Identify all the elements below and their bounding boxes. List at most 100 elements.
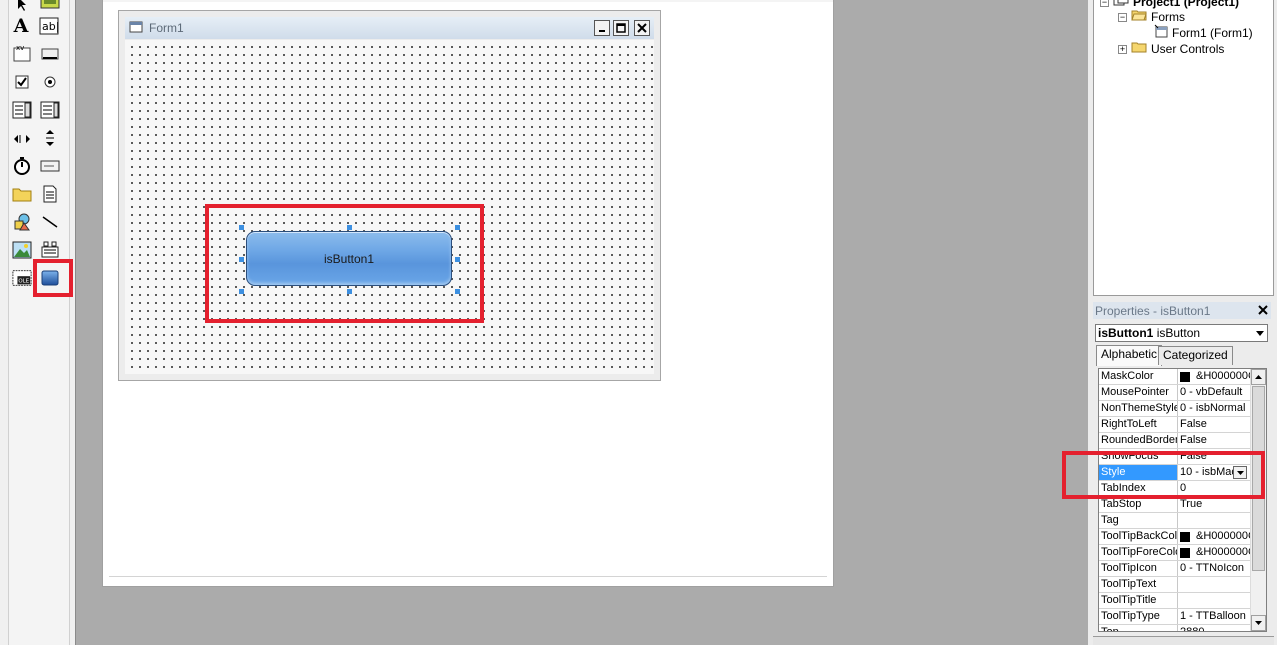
property-value[interactable]: [1178, 593, 1250, 608]
label-tool-icon[interactable]: A: [11, 16, 31, 36]
color-swatch: [1180, 547, 1190, 558]
pointer-tool-icon[interactable]: [12, 0, 32, 14]
property-name: RoundedBorders: [1101, 433, 1178, 448]
form1-item-label: Form1 (Form1): [1172, 26, 1253, 40]
close-icon: [1257, 305, 1268, 315]
scroll-down-button[interactable]: [1251, 615, 1266, 631]
property-value[interactable]: 0 - TTNoIcon: [1178, 561, 1250, 576]
tab-categorized[interactable]: Categorized: [1158, 346, 1233, 365]
property-value[interactable]: [1178, 577, 1250, 592]
filelistbox-tool-icon[interactable]: [40, 184, 60, 204]
form1-titlebar[interactable]: Form1: [125, 17, 654, 39]
property-row[interactable]: Top 2880: [1099, 625, 1250, 632]
property-value[interactable]: &H000000C: [1178, 529, 1250, 544]
timer-tool-icon[interactable]: [12, 156, 32, 176]
designer-top-edge: [103, 0, 833, 2]
property-value-text: &H000000C: [1196, 530, 1250, 542]
property-row[interactable]: TabStop True: [1099, 497, 1250, 513]
toolbox-grid: [8, 0, 70, 645]
toolbox: A ab| xv OLE: [0, 0, 76, 645]
property-value-text: 1 - TTBalloon: [1180, 610, 1246, 622]
user-controls-label: User Controls: [1151, 42, 1225, 56]
line-tool-icon[interactable]: [40, 212, 60, 232]
property-row[interactable]: ToolTipTitle: [1099, 593, 1250, 609]
dirlistbox-tool-icon[interactable]: [12, 184, 32, 204]
shape-tool-icon[interactable]: [12, 212, 32, 232]
property-name: ToolTipText: [1099, 577, 1178, 592]
commandbutton-tool-icon[interactable]: [40, 44, 60, 64]
property-value[interactable]: 1 - TTBalloon: [1178, 609, 1250, 624]
collapse-icon[interactable]: −: [1100, 0, 1109, 7]
ole-tool-icon[interactable]: OLE: [12, 268, 32, 288]
property-row[interactable]: MaskColor &H000000C: [1099, 369, 1250, 385]
tab-alphabetic[interactable]: Alphabetic: [1096, 345, 1163, 366]
property-row[interactable]: ToolTipBackColor&H000000C: [1099, 529, 1250, 545]
vscrollbar-tool-icon[interactable]: [40, 128, 60, 148]
checkbox-tool-icon[interactable]: [12, 72, 32, 92]
close-button[interactable]: [634, 20, 650, 36]
tree-item-form1[interactable]: Form1 (Form1): [1154, 24, 1253, 41]
property-name: ToolTipForeColor: [1101, 545, 1178, 560]
property-row[interactable]: RightToLeft False: [1099, 417, 1250, 433]
textbox-tool-icon[interactable]: ab|: [39, 16, 59, 36]
properties-close-button[interactable]: [1255, 302, 1270, 318]
form1-window[interactable]: Form1: [118, 10, 661, 381]
property-value[interactable]: 0 - vbDefault: [1178, 385, 1250, 400]
property-grid-scrollbar[interactable]: [1250, 369, 1266, 631]
property-name: ToolTipType: [1099, 609, 1178, 624]
expand-icon[interactable]: +: [1118, 44, 1127, 54]
picturebox-tool-icon[interactable]: [40, 0, 60, 12]
properties-titlebar[interactable]: Properties - isButton1: [1093, 302, 1271, 319]
data-tool-icon[interactable]: [40, 240, 60, 260]
tree-folder-user-controls[interactable]: + User Controls: [1118, 41, 1224, 57]
property-row[interactable]: ToolTipType 1 - TTBalloon: [1099, 609, 1250, 625]
tree-folder-forms[interactable]: − Forms: [1118, 9, 1185, 25]
property-value[interactable]: &H000000C: [1178, 545, 1250, 560]
chevron-down-icon[interactable]: [1252, 325, 1267, 341]
property-name: ToolTipTitle: [1099, 593, 1178, 608]
property-value-text: &H000000C: [1196, 370, 1250, 382]
property-value[interactable]: &H000000C: [1178, 369, 1250, 384]
listbox-tool-icon[interactable]: [40, 100, 60, 120]
property-name: Tag: [1099, 513, 1178, 528]
property-name: Top: [1099, 625, 1178, 631]
form1-title: Form1: [149, 21, 184, 35]
frame-tool-icon[interactable]: xv: [12, 43, 32, 63]
property-row[interactable]: NonThemeStyle 0 - isbNormal: [1099, 401, 1250, 417]
minimize-button[interactable]: [594, 20, 610, 36]
svg-text:xv: xv: [16, 44, 24, 52]
drivelistbox-tool-icon[interactable]: [40, 156, 60, 176]
property-value[interactable]: [1178, 513, 1250, 528]
property-value-text: 0 - vbDefault: [1180, 386, 1243, 398]
image-tool-icon[interactable]: [12, 240, 32, 260]
property-row[interactable]: ToolTipText: [1099, 577, 1250, 593]
object-type: isButton: [1156, 326, 1201, 340]
hscrollbar-tool-icon[interactable]: [12, 129, 32, 149]
property-row[interactable]: RoundedBorders False: [1099, 433, 1250, 449]
property-value[interactable]: True: [1178, 497, 1250, 512]
optionbutton-tool-icon[interactable]: [40, 72, 60, 92]
forms-folder-label: Forms: [1151, 10, 1185, 24]
chevron-down-icon: [1255, 621, 1262, 625]
property-name: TabStop: [1099, 497, 1178, 512]
open-folder-icon: [1131, 9, 1147, 25]
property-value[interactable]: 2880: [1178, 625, 1250, 632]
property-value-text: 2880: [1180, 626, 1205, 632]
property-value[interactable]: 0 - isbNormal: [1178, 401, 1250, 416]
combobox-tool-icon[interactable]: [12, 100, 32, 120]
property-name: NonThemeStyle: [1101, 401, 1178, 416]
property-row[interactable]: ToolTipForeColor &H000000C: [1099, 545, 1250, 561]
property-row[interactable]: MousePointer 0 - vbDefault: [1099, 385, 1250, 401]
maximize-button[interactable]: [613, 20, 629, 36]
scroll-up-button[interactable]: [1251, 369, 1266, 385]
property-value[interactable]: False: [1178, 433, 1250, 448]
property-row[interactable]: ToolTipIcon 0 - TTNoIcon: [1099, 561, 1250, 577]
collapse-icon[interactable]: −: [1118, 12, 1127, 22]
property-value-text: &H000000C: [1196, 546, 1250, 558]
color-swatch: [1180, 531, 1190, 542]
property-row[interactable]: Tag: [1099, 513, 1250, 529]
property-name: MaskColor: [1099, 369, 1178, 384]
property-value[interactable]: False: [1178, 417, 1250, 432]
svg-text:ab|: ab|: [42, 20, 59, 33]
object-selector-combo[interactable]: isButton1 isButton: [1095, 324, 1268, 342]
